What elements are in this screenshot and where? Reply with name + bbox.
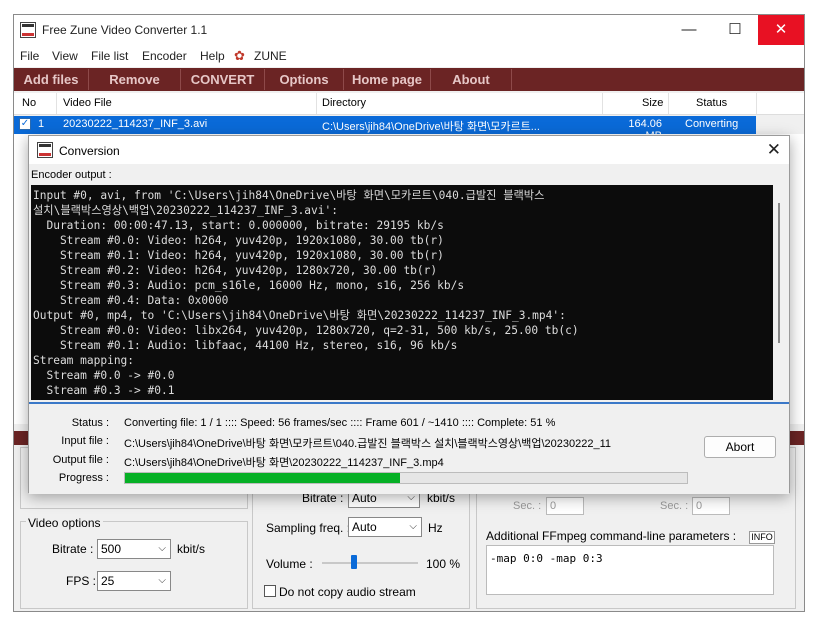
col-video-file[interactable]: Video File — [63, 97, 112, 109]
no-copy-audio-label: Do not copy audio stream — [279, 585, 416, 599]
close-dialog-button[interactable]: ✕ — [767, 140, 781, 160]
progress-label: Progress : — [58, 472, 109, 484]
zune-icon: ✿ — [234, 48, 245, 63]
col-divider — [668, 93, 669, 114]
volume-slider[interactable] — [322, 562, 418, 564]
chevron-down-icon: ⌵ — [158, 575, 166, 586]
table-row[interactable]: ✓ 1 20230222_114237_INF_3.avi C:\Users\j… — [14, 116, 756, 142]
sec-label-2: Sec. : — [660, 500, 689, 512]
video-bitrate-unit: kbit/s — [177, 542, 206, 556]
col-divider — [56, 93, 57, 114]
chevron-down-icon: ⌵ — [158, 543, 166, 554]
row-no: 1 — [38, 118, 45, 130]
sec-spinner-1[interactable]: 0 — [546, 497, 584, 515]
fps-combo[interactable]: 25 ⌵ — [97, 571, 171, 591]
dialog-title-bar: Conversion ✕ — [29, 136, 789, 164]
sampling-label: Sampling freq. : — [266, 521, 351, 535]
add-files-button[interactable]: Add files — [14, 69, 89, 90]
volume-slider-thumb[interactable] — [351, 555, 357, 569]
abort-button[interactable]: Abort — [704, 436, 776, 458]
maximize-button[interactable]: ☐ — [712, 15, 758, 45]
scrollbar-thumb[interactable] — [778, 203, 780, 343]
row-checkbox[interactable]: ✓ — [19, 118, 31, 130]
menu-help[interactable]: Help — [200, 49, 225, 63]
app-icon — [20, 22, 36, 38]
console-scrollbar[interactable] — [773, 185, 785, 400]
close-window-button[interactable]: ✕ — [758, 15, 804, 45]
dialog-title: Conversion — [59, 144, 120, 158]
video-bitrate-combo[interactable]: 500 ⌵ — [97, 539, 171, 559]
video-options-title: Video options — [26, 516, 103, 530]
col-no[interactable]: No — [22, 97, 36, 109]
output-file-value: C:\Users\jih84\OneDrive\바탕 화면\20230222_1… — [124, 457, 444, 469]
options-button[interactable]: Options — [265, 69, 344, 90]
home-page-button[interactable]: Home page — [344, 69, 431, 90]
video-bitrate-value: 500 — [101, 542, 122, 556]
col-status[interactable]: Status — [696, 97, 727, 109]
sampling-value: Auto — [352, 520, 377, 534]
remove-button[interactable]: Remove — [89, 69, 181, 90]
sec-value-2: 0 — [696, 500, 703, 512]
menu-zune[interactable]: ZUNE — [254, 49, 287, 63]
menu-bar: File View File list Encoder Help ✿ ZUNE — [14, 45, 804, 67]
row-status: Converting — [685, 118, 739, 130]
encoder-output-label: Encoder output : — [31, 169, 112, 181]
window-title: Free Zune Video Converter 1.1 — [42, 23, 208, 37]
sampling-unit: Hz — [428, 521, 443, 535]
input-file-value: C:\Users\jih84\OneDrive\바탕 화면\모카르트\040.급… — [124, 438, 611, 450]
col-divider — [602, 93, 603, 114]
sampling-combo[interactable]: Auto ⌵ — [348, 517, 422, 537]
fps-label: FPS : — [66, 574, 97, 588]
video-bitrate-label: Bitrate : — [52, 542, 94, 556]
encoder-output-console[interactable]: Input #0, avi, from 'C:\Users\jih84\OneD… — [31, 185, 773, 400]
file-list-header: No Video File Directory Size Status — [14, 93, 804, 115]
col-divider — [316, 93, 317, 114]
progress-fill — [125, 473, 400, 483]
sec-spinner-2[interactable]: 0 — [692, 497, 730, 515]
menu-encoder[interactable]: Encoder — [142, 49, 187, 63]
info-button[interactable]: INFO — [749, 531, 775, 544]
chevron-down-icon: ⌵ — [409, 521, 417, 532]
volume-value: 100 % — [426, 557, 461, 571]
ffmpeg-params-label: Additional FFmpeg command-line parameter… — [486, 529, 737, 543]
fps-value: 25 — [101, 574, 115, 588]
console-text: Input #0, avi, from 'C:\Users\jih84\OneD… — [33, 189, 579, 397]
output-file-label: Output file : — [52, 454, 109, 466]
row-video-file: 20230222_114237_INF_3.avi — [63, 118, 208, 130]
progress-bar — [124, 472, 688, 484]
col-size[interactable]: Size — [642, 97, 663, 109]
app-icon — [37, 142, 53, 158]
col-divider — [756, 93, 757, 114]
video-options-panel — [20, 521, 248, 609]
status-value: Converting file: 1 / 1 :::: Speed: 56 fr… — [124, 417, 556, 429]
col-directory[interactable]: Directory — [322, 97, 366, 109]
ffmpeg-params-input[interactable]: -map 0:0 -map 0:3 — [486, 545, 774, 595]
menu-view[interactable]: View — [52, 49, 78, 63]
row-directory: C:\Users\jih84\OneDrive\바탕 화면\모카르트... — [322, 121, 540, 133]
about-button[interactable]: About — [431, 69, 512, 90]
convert-button[interactable]: CONVERT — [181, 69, 265, 90]
no-copy-audio-checkbox[interactable] — [264, 585, 276, 597]
title-bar: Free Zune Video Converter 1.1 — ☐ ✕ — [14, 15, 804, 45]
sec-label-1: Sec. : — [513, 500, 542, 512]
status-label: Status : — [71, 417, 109, 429]
menu-file[interactable]: File — [20, 49, 39, 63]
input-file-label: Input file : — [61, 435, 109, 447]
conversion-dialog: Conversion ✕ Encoder output : Input #0, … — [28, 135, 790, 494]
toolbar: Add files Remove CONVERT Options Home pa… — [14, 68, 804, 91]
minimize-button[interactable]: — — [666, 15, 712, 45]
menu-file-list[interactable]: File list — [91, 49, 128, 63]
volume-label: Volume : — [266, 557, 313, 571]
sec-value-1: 0 — [550, 500, 557, 512]
